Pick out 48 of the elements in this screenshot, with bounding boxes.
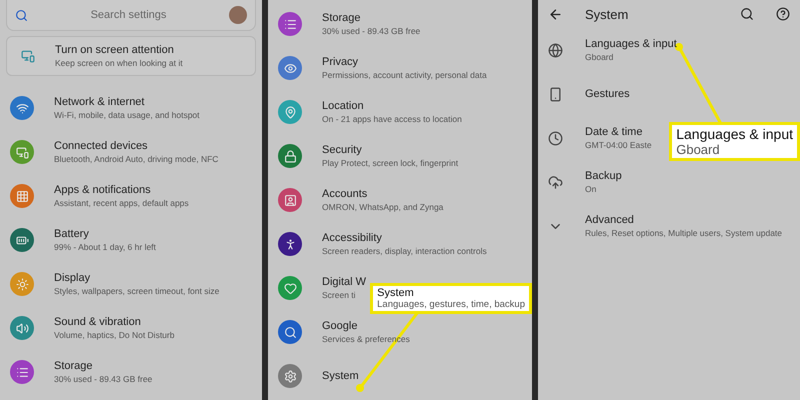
- setting-title[interactable]: Location: [322, 100, 462, 112]
- setting-title[interactable]: Accessibility: [322, 232, 487, 244]
- setting-summary: Gboard: [585, 52, 614, 62]
- setting-title[interactable]: Backup: [585, 170, 622, 182]
- setting-summary: Assistant, recent apps, default apps: [54, 198, 189, 208]
- setting-summary: Volume, haptics, Do Not Disturb: [54, 330, 174, 340]
- setting-summary: Screen ti: [322, 290, 357, 300]
- setting-title[interactable]: Battery: [54, 228, 156, 240]
- setting-title[interactable]: Sound & vibration: [54, 316, 174, 328]
- setting-summary: Wi-Fi, mobile, data usage, and hotspot: [54, 110, 200, 120]
- setting-title[interactable]: Date & time: [585, 126, 652, 138]
- callout-title: System: [377, 287, 415, 299]
- setting-title[interactable]: Display: [54, 272, 220, 284]
- setting-title[interactable]: Advanced: [585, 214, 782, 226]
- setting-title[interactable]: Connected devices: [54, 140, 218, 152]
- callout-title: Languages & input: [676, 126, 793, 142]
- search-field[interactable]: Search settings: [6, 0, 256, 31]
- page-title: System: [585, 6, 630, 22]
- callout-summary: Languages, gestures, time, backup: [377, 299, 525, 310]
- setting-summary: 30% used - 89.43 GB free: [322, 26, 420, 36]
- setting-title[interactable]: Network & internet: [54, 96, 200, 108]
- suggestion-title: Turn on screen attention: [55, 44, 175, 56]
- setting-title[interactable]: Languages & input: [585, 38, 677, 50]
- setting-title[interactable]: Google: [322, 320, 410, 332]
- setting-title[interactable]: System: [322, 370, 359, 382]
- setting-summary: Permissions, account activity, personal data: [322, 70, 487, 80]
- setting-title[interactable]: Accounts: [322, 188, 444, 200]
- setting-title[interactable]: Security: [322, 144, 458, 156]
- setting-summary: Styles, wallpapers, screen timeout, font size: [54, 286, 220, 296]
- setting-summary: On - 21 apps have access to location: [322, 114, 462, 124]
- setting-summary: On: [585, 184, 598, 194]
- setting-title[interactable]: Storage: [322, 12, 420, 24]
- setting-summary: GMT-04:00 Easte: [585, 140, 652, 150]
- setting-title[interactable]: Storage: [54, 360, 152, 372]
- setting-summary: 99% - About 1 day, 6 hr left: [54, 242, 156, 252]
- setting-title[interactable]: Digital W: [322, 276, 366, 288]
- setting-summary: Screen readers, display, interaction controls: [322, 246, 487, 256]
- callout-summary: Gboard: [676, 142, 721, 157]
- setting-summary: 30% used - 89.43 GB free: [54, 374, 152, 384]
- suggestion-card[interactable]: Turn on screen attention Keep screen on when looking at it: [6, 36, 256, 76]
- setting-summary: Play Protect, screen lock, fingerprint: [322, 158, 458, 168]
- setting-title[interactable]: Privacy: [322, 56, 487, 68]
- suggestion-summary: Keep screen on when looking at it: [55, 58, 183, 68]
- setting-summary: OMRON, WhatsApp, and Zynga: [322, 202, 444, 212]
- setting-summary: Bluetooth, Android Auto, driving mode, NFC: [54, 154, 218, 164]
- setting-title[interactable]: Apps & notifications: [54, 184, 189, 196]
- setting-summary: Rules, Reset options, Multiple users, System update: [585, 228, 782, 238]
- setting-title[interactable]: Gestures: [585, 88, 630, 100]
